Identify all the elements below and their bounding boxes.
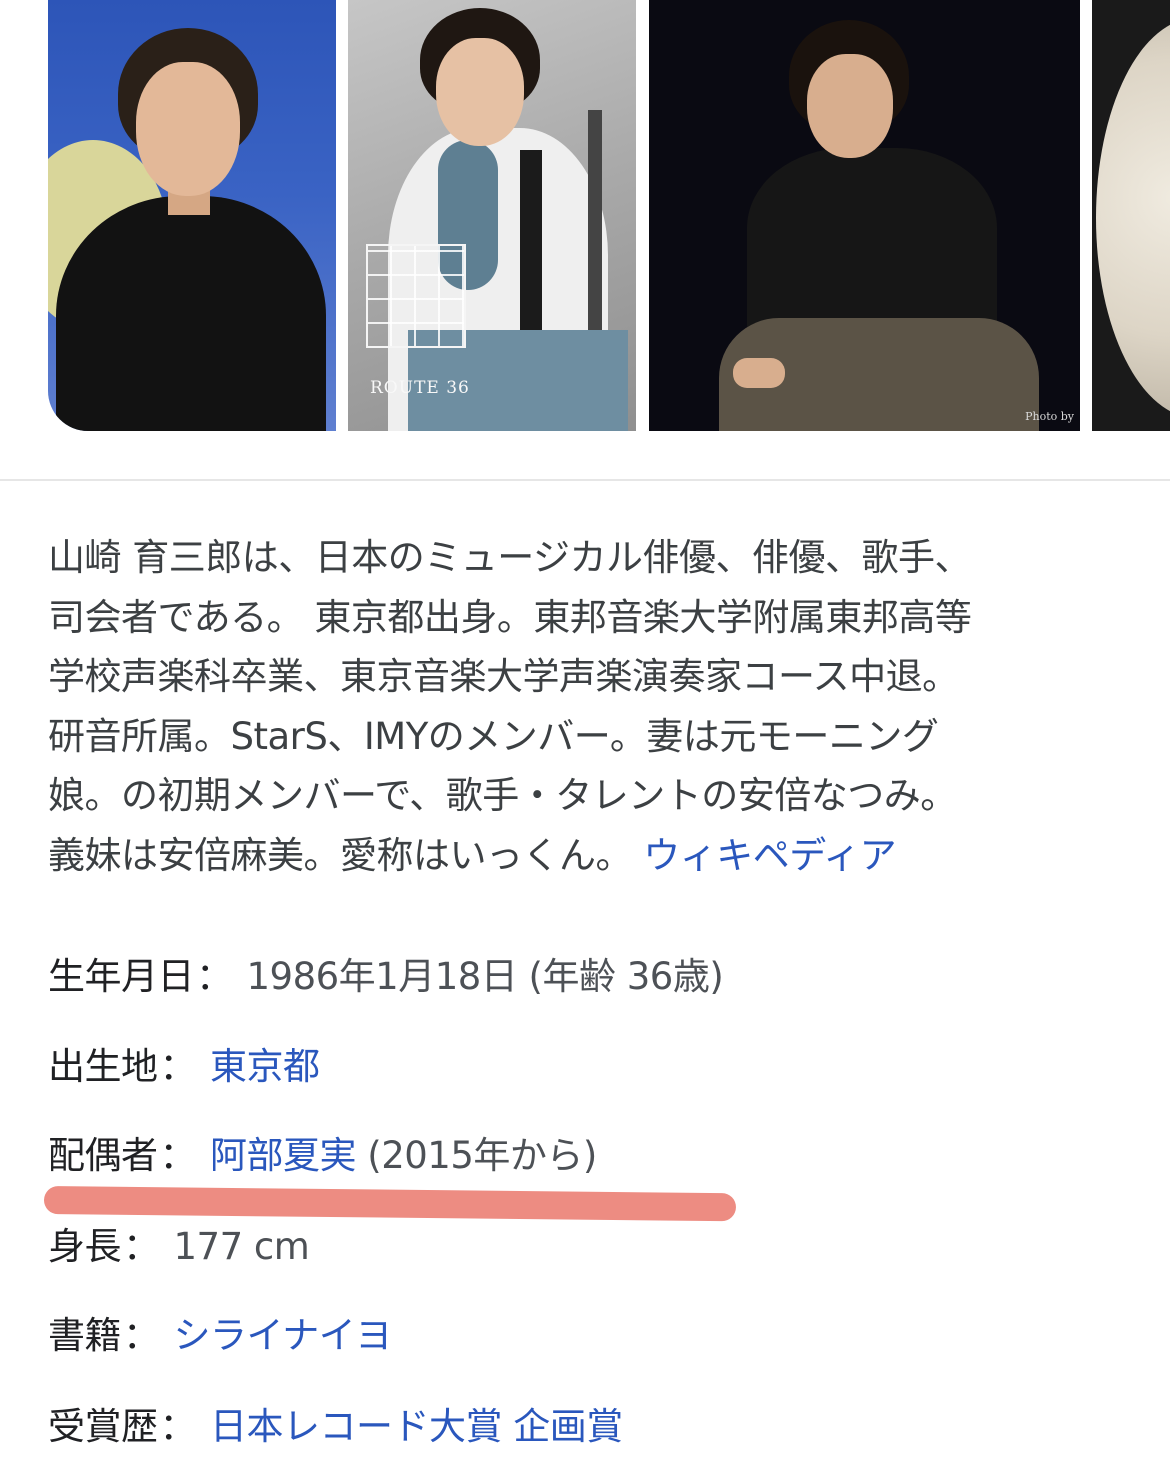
- fact-label: 身長: [48, 1225, 122, 1268]
- image-thumbnail-2[interactable]: ROUTE 36: [348, 0, 636, 431]
- description-line: 学校声楽科卒業、東京音楽大学声楽演奏家コース中退。: [48, 655, 959, 698]
- fact-colon: ：: [123, 1314, 160, 1357]
- fact-colon: ：: [123, 1225, 160, 1268]
- description-line: 司会者である。 東京都出身。東邦音楽大学附属東邦高等: [48, 595, 972, 639]
- fact-awards: 受賞歴： 日本レコード大賞 企画賞: [48, 1396, 623, 1450]
- description-line-last: 義妹は安倍麻美。愛称はいっくん。 ウィキペディア: [48, 826, 1128, 886]
- award-link[interactable]: 日本レコード大賞 企画賞: [210, 1405, 623, 1448]
- birthplace-link[interactable]: 東京都: [210, 1045, 320, 1088]
- fact-colon: ：: [196, 955, 233, 998]
- photo-credit: Photo by: [1025, 410, 1074, 423]
- fact-label: 書籍: [48, 1314, 122, 1357]
- description-text: 義妹は安倍麻美。愛称はいっくん。: [48, 833, 633, 877]
- fact-spouse: 配偶者： 阿部夏実 (2015年から): [48, 1125, 597, 1179]
- fact-birthplace: 出生地： 東京都: [48, 1036, 320, 1090]
- fact-value: 1986年1月18日 (年齢 36歳): [246, 955, 724, 998]
- wikipedia-link[interactable]: ウィキペディア: [643, 834, 896, 877]
- spouse-note: (2015年から): [367, 1134, 597, 1177]
- spouse-link[interactable]: 阿部夏実: [210, 1134, 357, 1177]
- fact-colon: ：: [159, 1134, 197, 1177]
- fact-label: 配偶者: [48, 1134, 158, 1177]
- album-cover-text: ROUTE 36: [370, 378, 470, 398]
- fact-label: 受賞歴: [48, 1405, 158, 1448]
- image-carousel[interactable]: ROUTE 36 Photo by: [0, 0, 1170, 432]
- image-thumbnail-3[interactable]: Photo by: [649, 0, 1080, 431]
- fact-colon: ：: [159, 1045, 197, 1088]
- knowledge-panel-description: 山崎 育三郎は、日本のミュージカル俳優、俳優、歌手、 司会者である。 東京都出身…: [48, 528, 1128, 885]
- fact-label: 生年月日: [48, 955, 195, 998]
- round-object: [1096, 18, 1170, 418]
- album-logo: [366, 244, 466, 348]
- fact-colon: ：: [159, 1405, 197, 1448]
- image-thumbnail-4[interactable]: [1092, 0, 1170, 431]
- image-thumbnail-1[interactable]: [48, 0, 336, 431]
- section-divider: [0, 479, 1170, 481]
- description-line: 娘。の初期メンバーで、歌手・タレントの安倍なつみ。: [48, 774, 957, 817]
- description-line: 山崎 育三郎は、日本のミュージカル俳優、俳優、歌手、: [48, 536, 972, 579]
- book-link[interactable]: シライナイヨ: [174, 1314, 393, 1357]
- fact-birth-date: 生年月日： 1986年1月18日 (年齢 36歳): [48, 946, 724, 1000]
- fact-value: 177 cm: [173, 1225, 310, 1268]
- fact-books: 書籍： シライナイヨ: [48, 1305, 392, 1359]
- description-line: 研音所属。StarS、IMYのメンバー。妻は元モーニング: [48, 714, 939, 758]
- fact-height: 身長： 177 cm: [48, 1216, 310, 1270]
- fact-label: 出生地: [48, 1045, 158, 1088]
